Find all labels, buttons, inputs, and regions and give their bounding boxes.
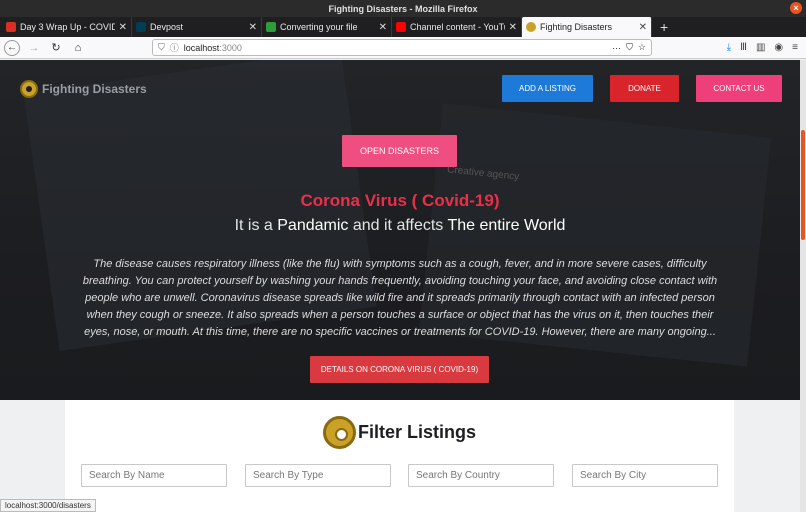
subtitle-part: and it affects (352, 217, 444, 234)
info-icon[interactable]: ⓘ (170, 41, 179, 54)
search-city-input[interactable] (572, 464, 718, 487)
library-icon[interactable]: Ⅲ (740, 42, 747, 53)
open-disasters-button[interactable]: OPEN DISASTERS (342, 135, 457, 167)
search-name-input[interactable] (81, 464, 227, 487)
url-text[interactable]: localhost:3000 (184, 43, 607, 53)
close-tab-icon[interactable]: ✕ (639, 22, 647, 33)
nav-bar: ← → ↻ ⌂ ⛉ ⓘ localhost:3000 ··· ⛉ ☆ ⤓ Ⅲ ▥… (0, 37, 806, 59)
close-tab-icon[interactable]: ✕ (119, 22, 127, 33)
back-icon[interactable]: ← (4, 39, 20, 56)
tab-label: Converting your file (280, 22, 358, 32)
tab-label: Devpost (150, 22, 184, 32)
hero-description: The disease causes respiratory illness (… (82, 258, 718, 338)
details-corona-button[interactable]: DETAILS ON CORONA VIRUS ( COVID-19) (310, 356, 489, 383)
window-title: Fighting Disasters - Mozilla Firefox (328, 3, 478, 14)
tab-youtube[interactable]: Channel content - YouTu ✕ (392, 17, 522, 37)
tab-label: Day 3 Wrap Up - COVID- (20, 22, 115, 32)
home-icon[interactable]: ⌂ (70, 42, 86, 54)
forward-icon[interactable]: → (26, 42, 42, 54)
tab-label: Channel content - YouTu (410, 22, 505, 32)
brand-name: Fighting Disasters (42, 82, 147, 96)
download-icon[interactable]: ⤓ (727, 42, 731, 53)
url-host: localhost (183, 42, 220, 53)
close-tab-icon[interactable]: ✕ (509, 22, 517, 33)
filter-header: Filter Listings (65, 416, 734, 449)
hero-section: Creative agency Fighting Disasters ADD A… (0, 60, 800, 400)
reload-icon[interactable]: ↻ (48, 41, 64, 54)
tab-devpost[interactable]: Devpost ✕ (132, 17, 262, 37)
close-tab-icon[interactable]: ✕ (249, 22, 257, 33)
window-titlebar: Fighting Disasters - Mozilla Firefox × (0, 0, 806, 17)
contact-us-button[interactable]: CONTACT US (696, 75, 782, 102)
hero-title: Corona Virus ( Covid-19) (300, 191, 500, 210)
tab-label: Fighting Disasters (540, 22, 613, 32)
page-content: Creative agency Fighting Disasters ADD A… (0, 60, 800, 512)
close-window-icon[interactable]: × (790, 2, 802, 14)
tab-converting[interactable]: Converting your file ✕ (262, 17, 392, 37)
page-scrollbar[interactable] (800, 60, 806, 512)
search-country-input[interactable] (408, 464, 554, 487)
donate-button[interactable]: DONATE (610, 75, 679, 102)
devpost-icon (136, 22, 146, 32)
pocket-icon[interactable]: ⛉ (626, 42, 633, 53)
extension-icon[interactable]: ◉ (774, 42, 783, 53)
filter-card: Filter Listings (65, 400, 734, 512)
converter-icon (266, 22, 276, 32)
page-actions-icon[interactable]: ··· (612, 43, 621, 53)
bookmark-star-icon[interactable]: ☆ (638, 42, 646, 53)
add-listing-button[interactable]: ADD A LISTING (502, 75, 593, 102)
tab-gmail[interactable]: Day 3 Wrap Up - COVID- ✕ (2, 17, 132, 37)
subtitle-emphasis: The entire World (447, 217, 566, 234)
shield-icon[interactable]: ⛉ (158, 42, 165, 53)
close-tab-icon[interactable]: ✕ (379, 22, 387, 33)
subtitle-emphasis: Pandamic (277, 217, 349, 234)
new-tab-icon[interactable]: + (652, 17, 676, 37)
rotary-logo-icon (20, 80, 38, 98)
subtitle-part: It is a (234, 217, 273, 234)
youtube-icon (396, 22, 406, 32)
brand[interactable]: Fighting Disasters (20, 80, 147, 98)
url-port: :3000 (219, 42, 242, 53)
tab-strip: Day 3 Wrap Up - COVID- ✕ Devpost ✕ Conve… (0, 17, 806, 37)
url-bar[interactable]: ⛉ ⓘ localhost:3000 ··· ⛉ ☆ (152, 39, 652, 56)
menu-icon[interactable]: ≡ (792, 42, 798, 53)
gmail-icon (6, 22, 16, 32)
sidebar-icon[interactable]: ▥ (756, 42, 765, 53)
tab-fighting-disasters[interactable]: Fighting Disasters ✕ (522, 17, 652, 37)
filter-title: Filter Listings (357, 422, 476, 442)
search-type-input[interactable] (245, 464, 391, 487)
hero-subtitle: It is a Pandamic and it affects The enti… (0, 217, 800, 235)
rotary-logo-icon (322, 416, 356, 449)
rotary-icon (526, 22, 536, 32)
status-url: localhost:3000/disasters (0, 499, 96, 512)
scrollbar-thumb[interactable] (801, 130, 805, 240)
